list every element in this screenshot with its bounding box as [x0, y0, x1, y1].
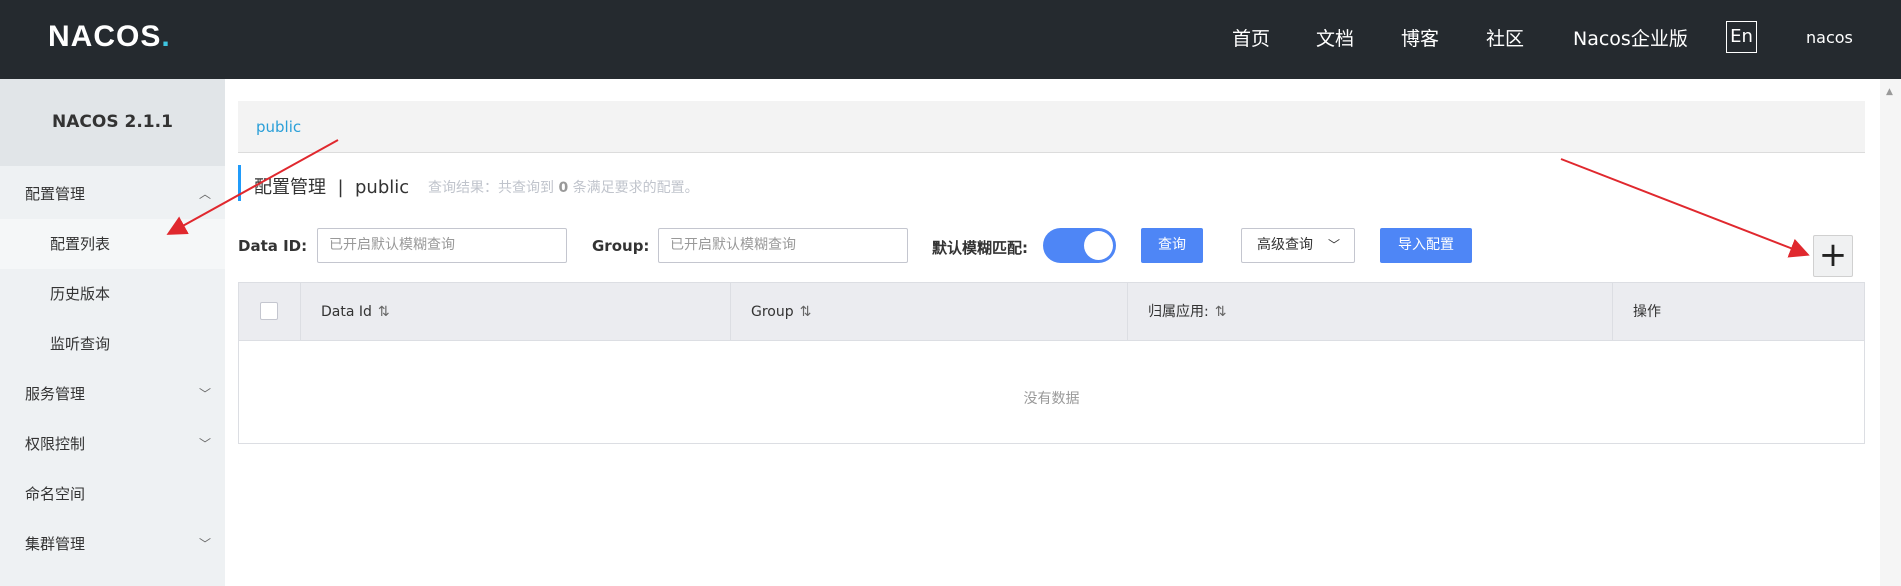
table-header: Data Id ⇅ Group ⇅ 归属应用: ⇅ 操作 — [239, 283, 1864, 341]
empty-table-message: 没有数据 — [1023, 391, 1080, 407]
nav-docs[interactable]: 文档 — [1316, 24, 1354, 51]
annotation-arrow-to-add-button — [1560, 158, 1810, 258]
chevron-down-icon: ﹀ — [1327, 238, 1340, 252]
top-navbar: NACOS. 首页 文档 博客 社区 Nacos企业版 En nacos — [0, 0, 1901, 79]
title-accent-bar — [238, 165, 241, 201]
nav-community[interactable]: 社区 — [1486, 24, 1524, 51]
import-config-button[interactable]: 导入配置 — [1380, 228, 1472, 263]
select-all-checkbox[interactable] — [260, 302, 278, 320]
scroll-up-icon[interactable]: ▲ — [1886, 87, 1893, 97]
nacos-logo[interactable]: NACOS. — [48, 20, 171, 54]
column-header-operations: 操作 — [1612, 283, 1864, 341]
nav-blog[interactable]: 博客 — [1401, 24, 1439, 51]
sidebar-item-access-control[interactable]: 权限控制 ﹀ — [0, 419, 225, 469]
toggle-knob — [1084, 231, 1113, 260]
advanced-search-button[interactable]: 高级查询 ﹀ — [1241, 228, 1355, 263]
sidebar-item-history[interactable]: 历史版本 — [0, 269, 225, 319]
query-result-hint: 查询结果：共查询到 0 条满足要求的配置。 — [428, 180, 699, 196]
nav-home[interactable]: 首页 — [1232, 24, 1270, 51]
sidebar: NACOS 2.1.1 配置管理 ︿ 配置列表 历史版本 监听查询 服务管理 ﹀… — [0, 79, 225, 586]
sidebar-version-title: NACOS 2.1.1 — [52, 112, 173, 132]
nav-enterprise[interactable]: Nacos企业版 — [1573, 24, 1688, 51]
group-input[interactable]: 已开启默认模糊查询 — [658, 228, 908, 263]
namespace-bar: public — [238, 101, 1865, 153]
data-id-input[interactable]: 已开启默认模糊查询 — [317, 228, 567, 263]
chevron-down-icon: ﹀ — [198, 387, 211, 401]
column-header-data-id[interactable]: Data Id ⇅ — [300, 283, 730, 341]
chevron-down-icon: ﹀ — [198, 437, 211, 451]
select-all-cell — [239, 283, 300, 341]
add-config-button[interactable]: + — [1813, 235, 1853, 277]
sort-icon[interactable]: ⇅ — [1215, 304, 1227, 320]
chevron-up-icon: ︿ — [198, 187, 211, 201]
sort-icon[interactable]: ⇅ — [378, 304, 390, 320]
user-menu[interactable]: nacos — [1806, 28, 1853, 47]
chevron-down-icon: ﹀ — [198, 537, 211, 551]
namespace-tab-public[interactable]: public — [256, 118, 301, 136]
language-switch-button[interactable]: En — [1726, 21, 1757, 53]
data-id-label: Data ID: — [238, 237, 308, 255]
fuzzy-match-label: 默认模糊匹配: — [932, 239, 1028, 257]
sort-icon[interactable]: ⇅ — [800, 304, 812, 320]
sidebar-header: NACOS 2.1.1 — [0, 79, 225, 166]
search-button[interactable]: 查询 — [1141, 228, 1203, 263]
sidebar-item-service-management[interactable]: 服务管理 ﹀ — [0, 369, 225, 419]
sidebar-item-namespace[interactable]: 命名空间 — [0, 469, 225, 519]
group-label: Group: — [592, 237, 650, 255]
sidebar-item-cluster-management[interactable]: 集群管理 ﹀ — [0, 519, 225, 569]
column-header-app[interactable]: 归属应用: ⇅ — [1127, 283, 1612, 341]
sidebar-item-config-management[interactable]: 配置管理 ︿ — [0, 169, 225, 219]
page-title: 配置管理 | public — [254, 177, 410, 198]
sidebar-item-config-list[interactable]: 配置列表 — [0, 219, 225, 269]
column-header-group[interactable]: Group ⇅ — [730, 283, 1127, 341]
fuzzy-match-toggle[interactable] — [1043, 228, 1116, 263]
page-scrollbar[interactable]: ▲ — [1880, 79, 1901, 586]
config-table: Data Id ⇅ Group ⇅ 归属应用: ⇅ 操作 没有数据 — [238, 282, 1865, 444]
sidebar-item-listener-query[interactable]: 监听查询 — [0, 319, 225, 369]
